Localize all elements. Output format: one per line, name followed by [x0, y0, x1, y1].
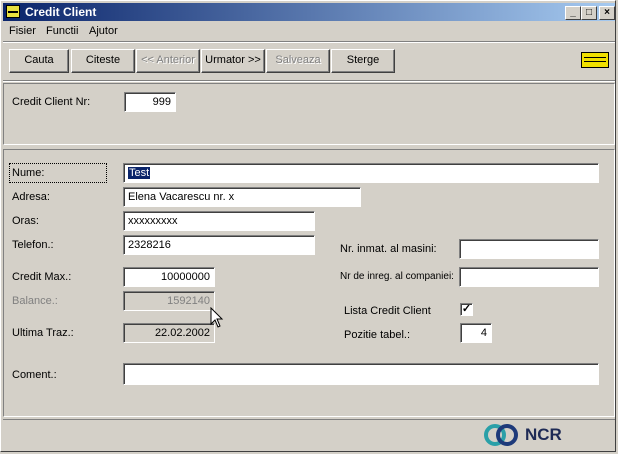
nr-inmat-label: Nr. inmat. al masini: [340, 243, 437, 255]
adresa-field[interactable]: Elena Vacarescu nr. x [123, 187, 361, 207]
citeste-button[interactable]: Citeste [71, 49, 135, 73]
pozitie-tabel-field[interactable]: 4 [460, 323, 492, 343]
maximize-button[interactable]: □ [581, 6, 597, 20]
status-bar [3, 419, 615, 451]
sterge-button[interactable]: Sterge [331, 49, 395, 73]
nume-value: Test [128, 167, 151, 179]
menu-ajutor[interactable]: Ajutor [89, 25, 118, 37]
coment-label: Coment.: [12, 369, 57, 381]
menu-separator [3, 41, 615, 43]
app-icon [6, 5, 20, 18]
credit-max-label: Credit Max.: [12, 271, 72, 283]
lista-credit-client-label: Lista Credit Client [344, 305, 431, 317]
close-button[interactable]: × [599, 6, 615, 20]
lista-credit-client-checkbox[interactable]: ✓ [460, 303, 473, 316]
ultima-traz-label: Ultima Traz.: [12, 327, 74, 339]
oras-label: Oras: [12, 215, 39, 227]
nume-label: Nume: [12, 167, 45, 179]
menu-fisier[interactable]: Fisier [9, 25, 36, 37]
minimize-button[interactable]: _ [565, 6, 581, 20]
nume-field[interactable]: Test [123, 163, 599, 183]
balance-label: Balance.: [12, 295, 58, 307]
balance-field: 1592140 [123, 291, 215, 311]
company-logo [581, 52, 609, 68]
mouse-cursor-icon [210, 307, 224, 328]
ncr-logo-icon [484, 424, 518, 446]
anterior-button[interactable]: << Anterior [136, 49, 200, 73]
adresa-label: Adresa: [12, 191, 50, 203]
header-panel: Credit Client Nr: 999 [3, 83, 615, 145]
salveaza-button[interactable]: Salveaza [266, 49, 330, 73]
menu-functii[interactable]: Functii [46, 25, 78, 37]
oras-field[interactable]: xxxxxxxxx [123, 211, 315, 231]
telefon-field[interactable]: 2328216 [123, 235, 315, 255]
title-bar[interactable]: Credit Client _ □ × [3, 3, 615, 21]
pozitie-tabel-label: Pozitie tabel.: [344, 329, 411, 341]
credit-client-nr-label: Credit Client Nr: [12, 96, 91, 108]
credit-client-nr-field[interactable]: 999 [124, 92, 176, 112]
nr-inmat-field[interactable] [459, 239, 599, 259]
nr-inreg-label: Nr de inreg. al companiei: [340, 271, 454, 282]
credit-max-field[interactable]: 10000000 [123, 267, 215, 287]
cauta-button[interactable]: Cauta [9, 49, 69, 73]
ultima-traz-field: 22.02.2002 [123, 323, 215, 343]
nr-inreg-field[interactable] [459, 267, 599, 287]
toolbar-separator [3, 80, 615, 82]
urmator-button[interactable]: Urmator >> [201, 49, 265, 73]
telefon-label: Telefon.: [12, 239, 54, 251]
window-title: Credit Client [25, 5, 97, 19]
coment-field[interactable] [123, 363, 599, 385]
app-window: Credit Client _ □ × Fisier Functii Ajuto… [0, 0, 616, 452]
ncr-brand-text: NCR [525, 425, 562, 444]
menu-bar: Fisier Functii Ajutor [3, 22, 615, 41]
